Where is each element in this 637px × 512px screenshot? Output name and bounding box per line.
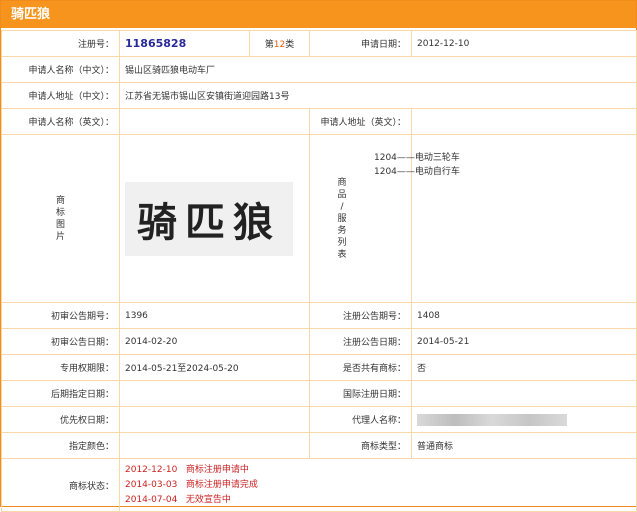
status-entry: 2012-12-10 商标注册申请中 [125,464,249,475]
shared-value: 否 [411,354,637,381]
exclusive-label: 专用权期限： [1,354,120,381]
trademark-detail-table: 注册号： 11865828 第12类 申请日期： 2012-12-10 申请人名… [1,30,637,512]
reg-no-label: 注册号： [1,30,120,57]
app-date-label: 申请日期： [309,30,412,57]
priority-label: 优先权日期： [1,406,120,433]
address-cn-value: 江苏省无锡市锡山区安镇街道迎园路13号 [119,82,637,109]
agent-label: 代理人名称： [309,406,412,433]
intl-date-label: 国际注册日期： [309,380,412,407]
class-suffix: 类 [285,40,295,50]
app-date-value: 2012-12-10 [411,30,637,57]
status-entry: 2014-07-04 无效宣告中 [125,494,231,505]
reg-pub-date-value: 2014-05-21 [411,328,637,355]
tm-type-value: 普通商标 [411,432,637,459]
agent-value [411,406,637,433]
intl-date-value [411,380,637,407]
prelim-date-label: 初审公告日期： [1,328,120,355]
color-label: 指定颜色： [1,432,120,459]
priority-value [119,406,310,433]
status-list: 2012-12-10 商标注册申请中 2014-03-03 商标注册申请完成 2… [119,458,637,512]
goods-item: 1204——电动自行车 [374,167,460,177]
goods-label: 商 品 / 服 务 列 表 [337,177,347,260]
applicant-en-value [119,108,310,135]
exclusive-value: 2014-05-21至2024-05-20 [119,354,310,381]
applicant-cn-label: 申请人名称（中文）： [1,56,120,83]
later-date-label: 后期指定日期： [1,380,120,407]
shared-label: 是否共有商标： [309,354,412,381]
prelim-no-label: 初审公告期号： [1,302,120,329]
prelim-date-value: 2014-02-20 [119,328,310,355]
applicant-en-label: 申请人名称（英文）： [1,108,120,135]
color-value [119,432,310,459]
reg-no-value: 11865828 [125,37,187,50]
class-cell: 第12类 [249,30,310,57]
tm-type-label: 商标类型： [309,432,412,459]
address-en-value [411,108,637,135]
class-number: 12 [273,40,286,50]
reg-pub-no-value: 1408 [411,302,637,329]
later-date-value [119,380,310,407]
goods-item: 1204——电动三轮车 [374,153,460,163]
reg-pub-date-label: 注册公告日期： [309,328,412,355]
goods-list: 1204——电动三轮车 1204——电动自行车 [373,134,599,303]
trademark-image-cell: 骑匹狼 [119,134,310,303]
address-cn-label: 申请人地址（中文）： [1,82,120,109]
redacted-agent-name [417,413,567,426]
address-en-label: 申请人地址（英文）： [309,108,412,135]
page-title: 骑匹狼 [1,1,636,28]
status-entry: 2014-03-03 商标注册申请完成 [125,479,258,490]
trademark-image-label: 商 标 图 片 [1,134,120,303]
reg-pub-no-label: 注册公告期号： [309,302,412,329]
applicant-cn-value: 锡山区骑匹狼电动车厂 [119,56,637,83]
status-label: 商标状态： [1,458,120,512]
prelim-no-value: 1396 [119,302,310,329]
trademark-image: 骑匹狼 [125,181,293,256]
class-prefix: 第 [264,40,274,50]
